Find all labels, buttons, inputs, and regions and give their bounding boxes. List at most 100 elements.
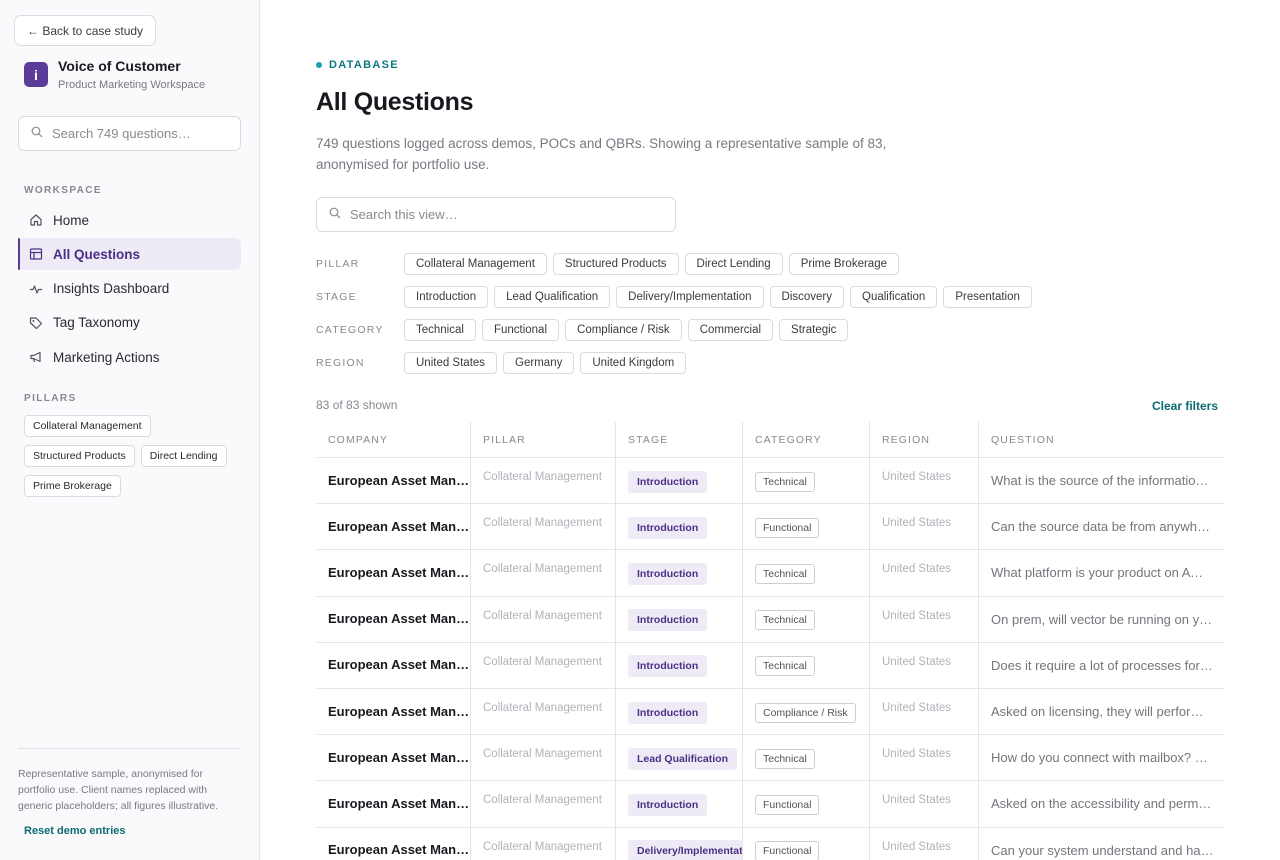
- questions-table: COMPANY PILLAR STAGE CATEGORY REGION QUE…: [316, 422, 1224, 860]
- table-row[interactable]: European Asset Man… Collateral Management…: [316, 504, 1224, 551]
- category-badge: Technical: [755, 610, 815, 631]
- sidebar-search-input[interactable]: [52, 126, 232, 141]
- back-to-case-study-button[interactable]: ← Back to case study: [14, 15, 157, 46]
- filter-chip[interactable]: Delivery/Implementation: [616, 286, 764, 308]
- filter-chip[interactable]: Structured Products: [552, 253, 679, 275]
- search-icon: [329, 206, 341, 224]
- table-body: European Asset Man… Collateral Management…: [316, 458, 1224, 860]
- filter-chip[interactable]: Technical: [404, 319, 476, 341]
- category-badge: Technical: [755, 471, 815, 492]
- filter-chip[interactable]: United States: [404, 352, 498, 374]
- filter-chip[interactable]: Presentation: [943, 286, 1032, 308]
- question-cell: Does it require a lot of processes for o…: [991, 657, 1214, 673]
- stage-badge: Introduction: [628, 655, 708, 678]
- region-cell: United States: [882, 748, 952, 761]
- filter-chip[interactable]: Strategic: [779, 319, 849, 341]
- pillar-chip-list: Collateral Management Structured Product…: [24, 415, 244, 497]
- stage-badge: Lead Qualification: [628, 747, 738, 770]
- home-icon: [28, 213, 43, 228]
- filter-chip[interactable]: Collateral Management: [404, 253, 547, 275]
- filter-chip[interactable]: Qualification: [850, 286, 938, 308]
- category-badge: Technical: [755, 563, 815, 584]
- dot-icon: [316, 62, 322, 68]
- table-header: COMPANY PILLAR STAGE CATEGORY REGION QUE…: [316, 422, 1224, 458]
- sidebar-item-all-questions[interactable]: All Questions: [18, 238, 241, 271]
- table-row[interactable]: European Asset Man… Collateral Management…: [316, 642, 1224, 689]
- company-cell: European Asset Man…: [328, 611, 470, 627]
- filter-row-category: CATEGORY Technical Functional Compliance…: [316, 319, 849, 341]
- stage-badge: Introduction: [628, 793, 708, 816]
- table-row[interactable]: European Asset Man… Collateral Management…: [316, 458, 1224, 505]
- filter-chip[interactable]: Introduction: [404, 286, 489, 308]
- sidebar: ← Back to case study i Voice of Customer…: [0, 0, 260, 860]
- table-icon: [28, 247, 43, 262]
- question-cell: How do you connect with mailbox? Wh…: [991, 750, 1214, 766]
- sidebar-item-label: All Questions: [53, 246, 141, 262]
- filter-chip[interactable]: Functional: [481, 319, 560, 341]
- region-cell: United States: [882, 609, 952, 622]
- filter-chip[interactable]: United Kingdom: [580, 352, 687, 374]
- company-cell: European Asset Man…: [328, 842, 470, 858]
- brand-title: Voice of Customer: [58, 58, 181, 74]
- megaphone-icon: [28, 350, 43, 365]
- category-badge: Functional: [755, 517, 820, 538]
- column-header-company[interactable]: COMPANY: [316, 422, 471, 457]
- pillar-cell: Collateral Management: [483, 701, 602, 714]
- filter-chip[interactable]: Discovery: [769, 286, 845, 308]
- column-header-question[interactable]: QUESTION: [979, 422, 1224, 457]
- table-row[interactable]: European Asset Man… Collateral Management…: [316, 827, 1224, 860]
- filter-label: CATEGORY: [316, 324, 384, 336]
- page-description: 749 questions logged across demos, POCs …: [316, 136, 887, 172]
- stage-badge: Introduction: [628, 609, 708, 632]
- pillar-chip[interactable]: Prime Brokerage: [24, 475, 121, 497]
- company-cell: European Asset Man…: [328, 795, 470, 811]
- reset-demo-link[interactable]: Reset demo entries: [24, 823, 125, 839]
- column-header-stage[interactable]: STAGE: [616, 422, 743, 457]
- category-badge: Compliance / Risk: [755, 702, 856, 723]
- pillar-cell: Collateral Management: [483, 840, 602, 853]
- company-cell: European Asset Man…: [328, 657, 470, 673]
- region-cell: United States: [882, 563, 952, 576]
- category-badge: Functional: [755, 841, 820, 860]
- question-cell: Can the source data be from anywher…: [991, 519, 1214, 535]
- category-badge: Technical: [755, 656, 815, 677]
- table-row[interactable]: European Asset Man… Collateral Management…: [316, 688, 1224, 736]
- column-header-category[interactable]: CATEGORY: [743, 422, 870, 457]
- company-cell: European Asset Man…: [328, 749, 470, 765]
- table-row[interactable]: European Asset Man… Collateral Management…: [316, 735, 1224, 782]
- sidebar-item-insights-dashboard[interactable]: Insights Dashboard: [18, 273, 241, 305]
- filter-chip[interactable]: Compliance / Risk: [565, 319, 682, 341]
- stage-badge: Introduction: [628, 470, 708, 493]
- table-row[interactable]: European Asset Man… Collateral Management…: [316, 550, 1224, 597]
- table-row[interactable]: European Asset Man… Collateral Management…: [316, 596, 1224, 643]
- table-row[interactable]: European Asset Man… Collateral Management…: [316, 781, 1224, 828]
- filter-chip[interactable]: Commercial: [687, 319, 774, 341]
- sidebar-item-home[interactable]: Home: [18, 204, 241, 236]
- filter-row-stage: STAGE Introduction Lead Qualification De…: [316, 286, 1032, 308]
- column-header-region[interactable]: REGION: [870, 422, 979, 457]
- category-badge: Technical: [755, 748, 815, 769]
- pillar-chip[interactable]: Direct Lending: [140, 445, 227, 467]
- pillar-cell: Collateral Management: [483, 563, 602, 576]
- filter-chip[interactable]: Direct Lending: [684, 253, 783, 275]
- question-cell: Asked on licensing, they will perform d…: [991, 704, 1214, 720]
- view-search-input[interactable]: [350, 207, 650, 222]
- stage-badge: Introduction: [628, 516, 708, 539]
- pillar-chip[interactable]: Structured Products: [24, 445, 135, 467]
- column-header-pillar[interactable]: PILLAR: [471, 422, 616, 457]
- sidebar-item-marketing-actions[interactable]: Marketing Actions: [18, 341, 241, 373]
- filter-chip[interactable]: Germany: [503, 352, 575, 374]
- clear-filters-link[interactable]: Clear filters: [1152, 399, 1218, 413]
- filter-chip[interactable]: Prime Brokerage: [788, 253, 899, 275]
- pillar-chip[interactable]: Collateral Management: [24, 415, 151, 437]
- company-cell: European Asset Man…: [328, 518, 470, 534]
- question-cell: Asked on the accessibility and permisi…: [991, 796, 1214, 812]
- region-cell: United States: [882, 794, 952, 807]
- pillar-cell: Collateral Management: [483, 471, 602, 483]
- sidebar-search: [18, 116, 241, 151]
- region-cell: United States: [882, 471, 952, 483]
- eyebrow-label: DATABASE: [329, 59, 399, 71]
- sidebar-item-tag-taxonomy[interactable]: Tag Taxonomy: [18, 307, 241, 339]
- workspace-label: WORKSPACE: [24, 185, 102, 196]
- filter-chip[interactable]: Lead Qualification: [494, 286, 611, 308]
